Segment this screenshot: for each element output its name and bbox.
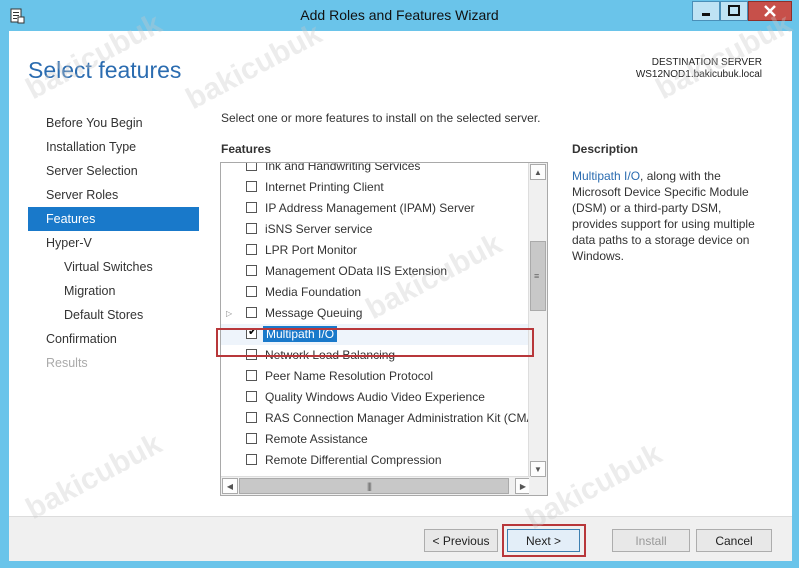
- nav-item-server-roles[interactable]: Server Roles: [28, 183, 199, 207]
- feature-checkbox[interactable]: [246, 163, 257, 171]
- close-button[interactable]: [748, 1, 792, 21]
- feature-label: Internet Printing Client: [265, 180, 384, 194]
- vertical-scrollbar[interactable]: ▲ ≡ ▼: [528, 163, 547, 478]
- feature-row[interactable]: Media Foundation: [221, 282, 529, 303]
- feature-checkbox[interactable]: [246, 391, 257, 402]
- destination-server: DESTINATION SERVER WS12NOD1.bakicubuk.lo…: [636, 57, 762, 81]
- cancel-button[interactable]: Cancel: [696, 529, 772, 552]
- feature-row[interactable]: LPR Port Monitor: [221, 240, 529, 261]
- wizard-client: Select features DESTINATION SERVER WS12N…: [9, 31, 792, 561]
- description-title: Description: [572, 142, 639, 156]
- feature-label: Ink and Handwriting Services: [265, 162, 421, 173]
- feature-label: iSNS Server service: [265, 222, 373, 236]
- page-title: Select features: [28, 57, 182, 83]
- feature-row[interactable]: Remote Assistance: [221, 429, 529, 450]
- feature-label: Remote Differential Compression: [265, 453, 442, 467]
- window-title: Add Roles and Features Wizard: [300, 7, 499, 23]
- maximize-icon: [728, 5, 740, 16]
- wizard-window: Add Roles and Features Wizard Select fea…: [0, 0, 799, 568]
- feature-row[interactable]: Remote Differential Compression: [221, 450, 529, 471]
- nav-item-hyper-v[interactable]: Hyper-V: [28, 231, 199, 255]
- feature-row[interactable]: Ink and Handwriting Services: [221, 162, 529, 177]
- feature-label: LPR Port Monitor: [265, 243, 358, 257]
- close-icon: [764, 5, 776, 17]
- nav-item-before-you-begin[interactable]: Before You Begin: [28, 111, 199, 135]
- wizard-footer: < Previous Next > Install Cancel: [9, 516, 792, 561]
- scroll-left-arrow[interactable]: ◀: [222, 478, 238, 494]
- grip-icon: |||: [367, 481, 372, 491]
- wizard-nav: Before You Begin Installation Type Server …: [28, 111, 199, 375]
- feature-checkbox[interactable]: [246, 181, 257, 192]
- previous-button[interactable]: < Previous: [424, 529, 498, 552]
- feature-row[interactable]: Peer Name Resolution Protocol: [221, 366, 529, 387]
- feature-checkbox[interactable]: [246, 265, 257, 276]
- intro-text: Select one or more features to install o…: [221, 111, 541, 125]
- scroll-corner: [529, 477, 547, 495]
- feature-checkbox[interactable]: [246, 307, 257, 318]
- maximize-button[interactable]: [720, 1, 748, 21]
- description-link[interactable]: Multipath I/O: [572, 169, 640, 183]
- feature-checkbox[interactable]: [246, 223, 257, 234]
- nav-item-features[interactable]: Features: [28, 207, 199, 231]
- nav-item-results: Results: [46, 356, 88, 370]
- nav-item-installation-type[interactable]: Installation Type: [28, 135, 199, 159]
- destination-label: DESTINATION SERVER: [651, 57, 762, 68]
- feature-checkbox[interactable]: [246, 454, 257, 465]
- scroll-down-arrow[interactable]: ▼: [530, 461, 546, 477]
- feature-label: Message Queuing: [265, 306, 363, 320]
- horizontal-scroll-thumb[interactable]: |||: [239, 478, 509, 494]
- next-button-highlight: [502, 524, 586, 557]
- feature-label: RAS Connection Manager Administration Ki…: [265, 411, 529, 425]
- description-text: Multipath I/O, along with the Microsoft …: [572, 168, 770, 264]
- feature-row[interactable]: Internet Printing Client: [221, 177, 529, 198]
- title-bar[interactable]: Add Roles and Features Wizard: [0, 0, 799, 31]
- minimize-button[interactable]: [692, 1, 720, 21]
- grip-icon: ≡: [534, 271, 540, 281]
- feature-label: IP Address Management (IPAM) Server: [265, 201, 475, 215]
- feature-label: Media Foundation: [265, 285, 362, 299]
- nav-item-confirmation[interactable]: Confirmation: [28, 327, 199, 351]
- feature-row[interactable]: Management OData IIS Extension: [221, 261, 529, 282]
- features-label: Features: [221, 142, 272, 156]
- scroll-up-arrow[interactable]: ▲: [530, 164, 546, 180]
- feature-checkbox[interactable]: [246, 433, 257, 444]
- feature-label: Peer Name Resolution Protocol: [265, 369, 434, 383]
- description-body: , along with the Microsoft Device Specif…: [572, 169, 755, 263]
- feature-row[interactable]: iSNS Server service: [221, 219, 529, 240]
- nav-item-server-selection[interactable]: Server Selection: [28, 159, 199, 183]
- nav-item-default-stores[interactable]: Default Stores: [28, 303, 199, 327]
- feature-checkbox[interactable]: [246, 286, 257, 297]
- feature-checkbox[interactable]: [246, 412, 257, 423]
- feature-checkbox[interactable]: [246, 244, 257, 255]
- nav-item-virtual-switches[interactable]: Virtual Switches: [28, 255, 199, 279]
- feature-checkbox[interactable]: [246, 370, 257, 381]
- features-list-items: Ink and Handwriting Services Internet Pri…: [221, 162, 529, 471]
- feature-label: Remote Assistance: [265, 432, 368, 446]
- feature-label: Quality Windows Audio Video Experience: [265, 390, 485, 404]
- install-button[interactable]: Install: [612, 529, 690, 552]
- vertical-scroll-thumb[interactable]: ≡: [530, 241, 546, 311]
- feature-checkbox[interactable]: [246, 202, 257, 213]
- horizontal-scrollbar[interactable]: ◀ ||| ▶: [221, 476, 531, 495]
- feature-row[interactable]: Quality Windows Audio Video Experience: [221, 387, 529, 408]
- feature-row[interactable]: ▷ Message Queuing: [221, 303, 529, 324]
- selected-feature-highlight: [216, 328, 534, 357]
- feature-row[interactable]: RAS Connection Manager Administration Ki…: [221, 408, 529, 429]
- nav-item-migration[interactable]: Migration: [28, 279, 199, 303]
- feature-label: Management OData IIS Extension: [265, 264, 448, 278]
- minimize-icon: [702, 13, 710, 16]
- feature-row[interactable]: IP Address Management (IPAM) Server: [221, 198, 529, 219]
- destination-value: WS12NOD1.bakicubuk.local: [635, 69, 762, 80]
- expand-arrow-icon[interactable]: ▷: [226, 303, 232, 324]
